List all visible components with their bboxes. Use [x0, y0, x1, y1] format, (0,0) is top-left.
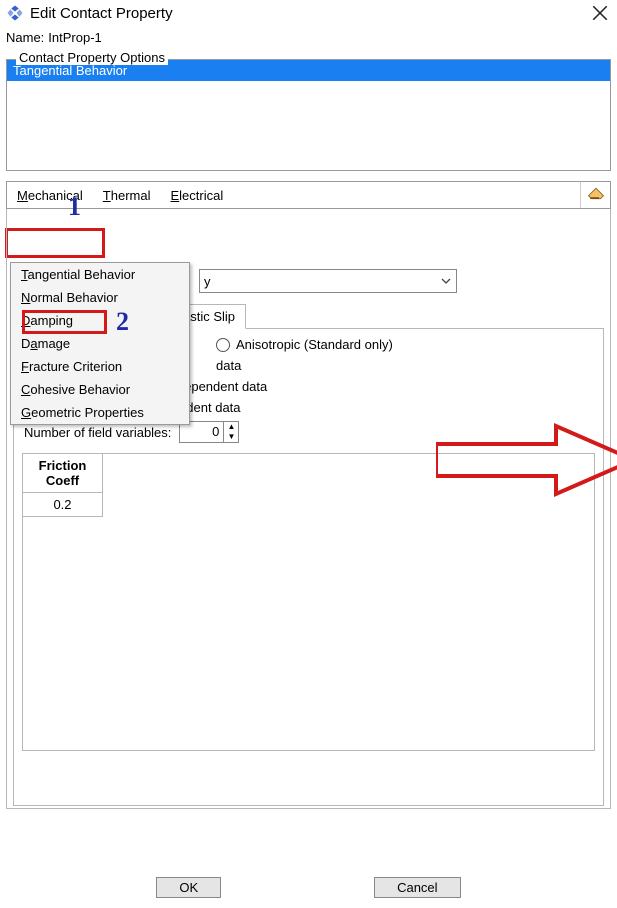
eraser-icon: [587, 188, 605, 202]
dialog-buttons: OK Cancel: [0, 877, 617, 898]
ok-button[interactable]: OK: [156, 877, 221, 898]
close-icon[interactable]: [591, 4, 609, 22]
dropdown-item-fracture[interactable]: Fracture Criterion: [11, 355, 189, 378]
nfv-label: Number of field variables:: [24, 425, 171, 440]
name-value: IntProp-1: [48, 30, 101, 45]
titlebar: Edit Contact Property: [0, 0, 617, 28]
dropdown-item-normal[interactable]: Normal Behavior: [11, 286, 189, 309]
radio-circle-icon: [216, 338, 230, 352]
friction-coeff-header: FrictionCoeff: [23, 454, 103, 493]
friction-coeff-cell[interactable]: 0.2: [23, 493, 103, 517]
nfv-value: 0: [180, 422, 223, 442]
options-listbox[interactable]: Tangential Behavior: [6, 59, 611, 171]
dropdown-item-cohesive[interactable]: Cohesive Behavior: [11, 378, 189, 401]
spinner-up-icon[interactable]: ▲: [224, 422, 238, 432]
combo-suffix: y: [204, 274, 211, 289]
menu-electrical[interactable]: Electrical: [160, 184, 233, 207]
annotation-arrow: [436, 420, 617, 500]
mechanical-dropdown[interactable]: Tangential Behavior Normal Behavior Damp…: [10, 262, 190, 425]
cancel-button[interactable]: Cancel: [374, 877, 460, 898]
contact-options-fieldset: Contact Property Options Tangential Beha…: [6, 59, 611, 171]
formulation-combo[interactable]: y: [199, 269, 457, 293]
data-suffix: data: [216, 358, 595, 373]
dropdown-item-damping[interactable]: Damping: [11, 309, 189, 332]
chevron-down-icon: [436, 276, 456, 286]
anisotropic-radio-row[interactable]: Anisotropic (Standard only): [216, 337, 595, 352]
menubar: Mechanical Thermal Electrical: [6, 181, 611, 209]
dropdown-item-geometric[interactable]: Geometric Properties: [11, 401, 189, 424]
options-legend: Contact Property Options: [16, 50, 168, 65]
window-title: Edit Contact Property: [30, 5, 173, 22]
menu-thermal[interactable]: Thermal: [93, 184, 161, 207]
dropdown-item-tangential[interactable]: Tangential Behavior: [11, 263, 189, 286]
anisotropic-label: Anisotropic (Standard only): [236, 337, 393, 352]
menu-mechanical[interactable]: Mechanical: [7, 184, 93, 207]
app-icon: [6, 4, 24, 22]
spinner-down-icon[interactable]: ▼: [224, 432, 238, 442]
dropdown-item-damage[interactable]: Damage: [11, 332, 189, 355]
clear-button[interactable]: [580, 182, 610, 208]
name-label: Name:: [6, 30, 44, 45]
